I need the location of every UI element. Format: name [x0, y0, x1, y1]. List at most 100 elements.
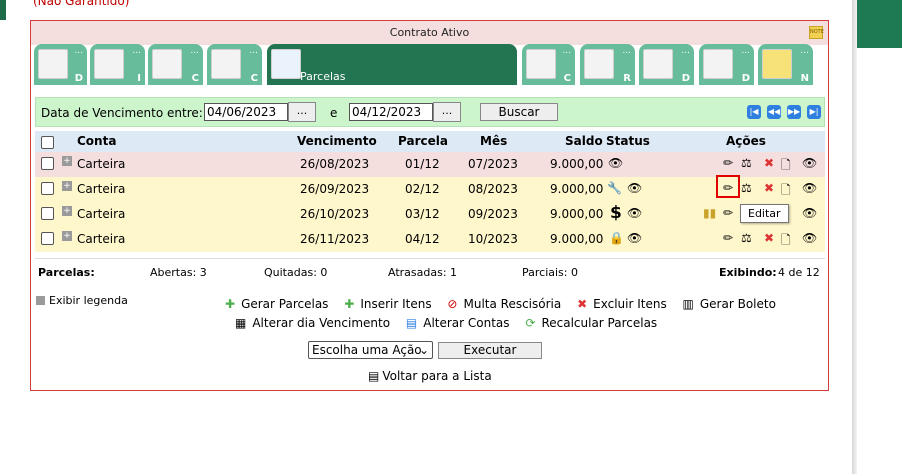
wrench-icon[interactable]: 🔧 — [607, 181, 622, 195]
expand-icon[interactable]: + — [62, 156, 72, 166]
money-icon — [526, 49, 556, 79]
tab-financial[interactable]: ... C — [522, 44, 575, 85]
scale-icon[interactable]: ⚖ — [741, 231, 752, 245]
cell-parcela: 01/12 — [405, 157, 440, 171]
eye-icon[interactable]: 👁 — [608, 156, 623, 170]
tab-documents[interactable]: ... D — [639, 44, 694, 85]
guarantee-note: (Não Garantido) — [33, 0, 130, 8]
tab-papers[interactable]: ... D — [699, 44, 754, 85]
delete-icon: ✖ — [577, 297, 588, 311]
tab-contract[interactable]: ... D — [34, 44, 87, 85]
installments-table: Conta Vencimento Parcela Mês Saldo Statu… — [35, 131, 825, 252]
table-header: Conta Vencimento Parcela Mês Saldo Statu… — [35, 131, 825, 152]
panel-title: Contrato Ativo — [389, 26, 470, 39]
list-icon: ▤ — [368, 369, 380, 383]
note-icon[interactable]: NOTE — [809, 26, 824, 39]
tab-notes[interactable]: ... N — [758, 44, 813, 85]
cell-conta: Carteira — [77, 232, 126, 246]
select-all-checkbox[interactable] — [41, 136, 54, 149]
last-page-icon[interactable]: ▶| — [807, 105, 821, 119]
search-button[interactable]: Buscar — [480, 103, 558, 121]
date-filter-bar: Data de Vencimento entre: ... e ... Busc… — [35, 97, 825, 127]
execute-button[interactable]: Executar — [438, 342, 542, 359]
document-icon[interactable]: 🗋 — [781, 181, 791, 202]
row-checkbox[interactable] — [41, 232, 54, 245]
document-icon[interactable]: 🗋 — [781, 156, 791, 177]
dollar-icon[interactable]: $ — [610, 203, 622, 223]
edit-pencil-icon[interactable]: ✏ — [723, 231, 733, 245]
eye-icon[interactable]: 👁 — [627, 206, 642, 220]
table-row: + Carteira 26/10/2023 03/12 09/2023 9.00… — [35, 202, 825, 227]
cell-parcela: 02/12 — [405, 182, 440, 196]
transfer-icon — [584, 49, 614, 79]
edit-pencil-icon[interactable]: ✏ — [723, 206, 733, 220]
prev-page-icon[interactable]: ◀◀ — [767, 105, 781, 119]
tab-parcelas[interactable]: Parcelas — [267, 44, 517, 85]
next-page-icon[interactable]: ▶▶ — [787, 105, 801, 119]
contract-panel: Contrato Ativo NOTE ... D ... I ... C ... C … — [30, 20, 829, 391]
expand-icon[interactable]: + — [62, 206, 72, 216]
view-icon[interactable]: 👁 — [802, 181, 817, 195]
generate-installments-link[interactable]: ✚ Gerar Parcelas — [225, 297, 334, 311]
tab-transfer[interactable]: ... R — [580, 44, 635, 85]
date-to-picker-button[interactable]: ... — [433, 102, 461, 122]
cell-parcela: 04/12 — [405, 232, 440, 246]
eye-icon[interactable]: 👁 — [627, 231, 642, 245]
refresh-icon: ⟳ — [525, 316, 536, 330]
termination-fine-link[interactable]: ⊘ Multa Rescisória — [447, 297, 567, 311]
header-conta: Conta — [77, 134, 117, 148]
recalculate-installments-link[interactable]: ⟳ Recalcular Parcelas — [525, 316, 663, 330]
cell-conta: Carteira — [77, 157, 126, 171]
summary-atrasadas: Atrasadas: 1 — [388, 266, 458, 279]
document-icon[interactable]: 🗋 — [781, 231, 791, 252]
cell-saldo: 9.000,00 — [550, 182, 604, 196]
checklist-icon — [211, 49, 241, 79]
row-checkbox[interactable] — [41, 207, 54, 220]
edit-pencil-icon[interactable]: ✏ — [723, 156, 733, 170]
expand-icon[interactable]: + — [62, 181, 72, 191]
tab-settings[interactable]: ... C — [148, 44, 203, 85]
view-icon[interactable]: 👁 — [802, 231, 817, 245]
date-from-picker-button[interactable]: ... — [288, 102, 316, 122]
forbidden-icon: ⊘ — [447, 297, 458, 311]
expand-icon[interactable]: + — [62, 231, 72, 241]
table-row: + Carteira 26/09/2023 02/12 08/2023 9.00… — [35, 177, 825, 202]
view-icon[interactable]: 👁 — [802, 206, 817, 220]
expand-icon — [36, 296, 45, 305]
view-icon[interactable]: 👁 — [802, 156, 817, 170]
delete-icon[interactable]: ✖ — [764, 156, 774, 170]
papers-icon — [703, 49, 733, 79]
date-from-input[interactable] — [204, 103, 288, 121]
scale-icon[interactable]: ⚖ — [741, 181, 752, 195]
cell-mes: 10/2023 — [468, 232, 518, 246]
generate-slip-link[interactable]: ▥ Gerar Boleto — [683, 297, 782, 311]
first-page-icon[interactable]: |◀ — [747, 105, 761, 119]
money-stack-icon[interactable]: ▮▮ — [703, 206, 716, 220]
back-to-list-link[interactable]: ▤ Voltar para a Lista — [368, 369, 492, 383]
folder-icon — [271, 49, 301, 79]
lock-icon[interactable]: 🔒 — [609, 231, 624, 245]
show-legend-link[interactable]: Exibir legenda — [36, 294, 128, 307]
insert-items-link[interactable]: ✚ Inserir Itens — [344, 297, 437, 311]
action-select[interactable]: Escolha uma Ação ⌄ — [308, 341, 433, 359]
delete-icon[interactable]: ✖ — [764, 231, 774, 245]
date-to-input[interactable] — [349, 103, 433, 121]
header-band-left — [0, 0, 6, 20]
tab-person[interactable]: ... I — [90, 44, 145, 85]
header-vencimento: Vencimento — [297, 134, 377, 148]
change-due-day-link[interactable]: ▦ Alterar dia Vencimento — [235, 316, 396, 330]
barcode-icon: ▥ — [682, 297, 694, 311]
eye-icon[interactable]: 👁 — [627, 181, 642, 195]
scale-icon[interactable]: ⚖ — [741, 156, 752, 170]
row-checkbox[interactable] — [41, 182, 54, 195]
cell-saldo: 9.000,00 — [550, 232, 604, 246]
delete-items-link[interactable]: ✖ Excluir Itens — [577, 297, 673, 311]
row-checkbox[interactable] — [41, 157, 54, 170]
delete-icon[interactable]: ✖ — [764, 181, 774, 195]
tab-checklist[interactable]: ... C — [207, 44, 262, 85]
change-accounts-link[interactable]: ▤ Alterar Contas — [406, 316, 516, 330]
table-row: + Carteira 26/08/2023 01/12 07/2023 9.00… — [35, 152, 825, 177]
cell-mes: 07/2023 — [468, 157, 518, 171]
page-shadow — [852, 0, 857, 474]
header-status: Status — [606, 134, 650, 148]
